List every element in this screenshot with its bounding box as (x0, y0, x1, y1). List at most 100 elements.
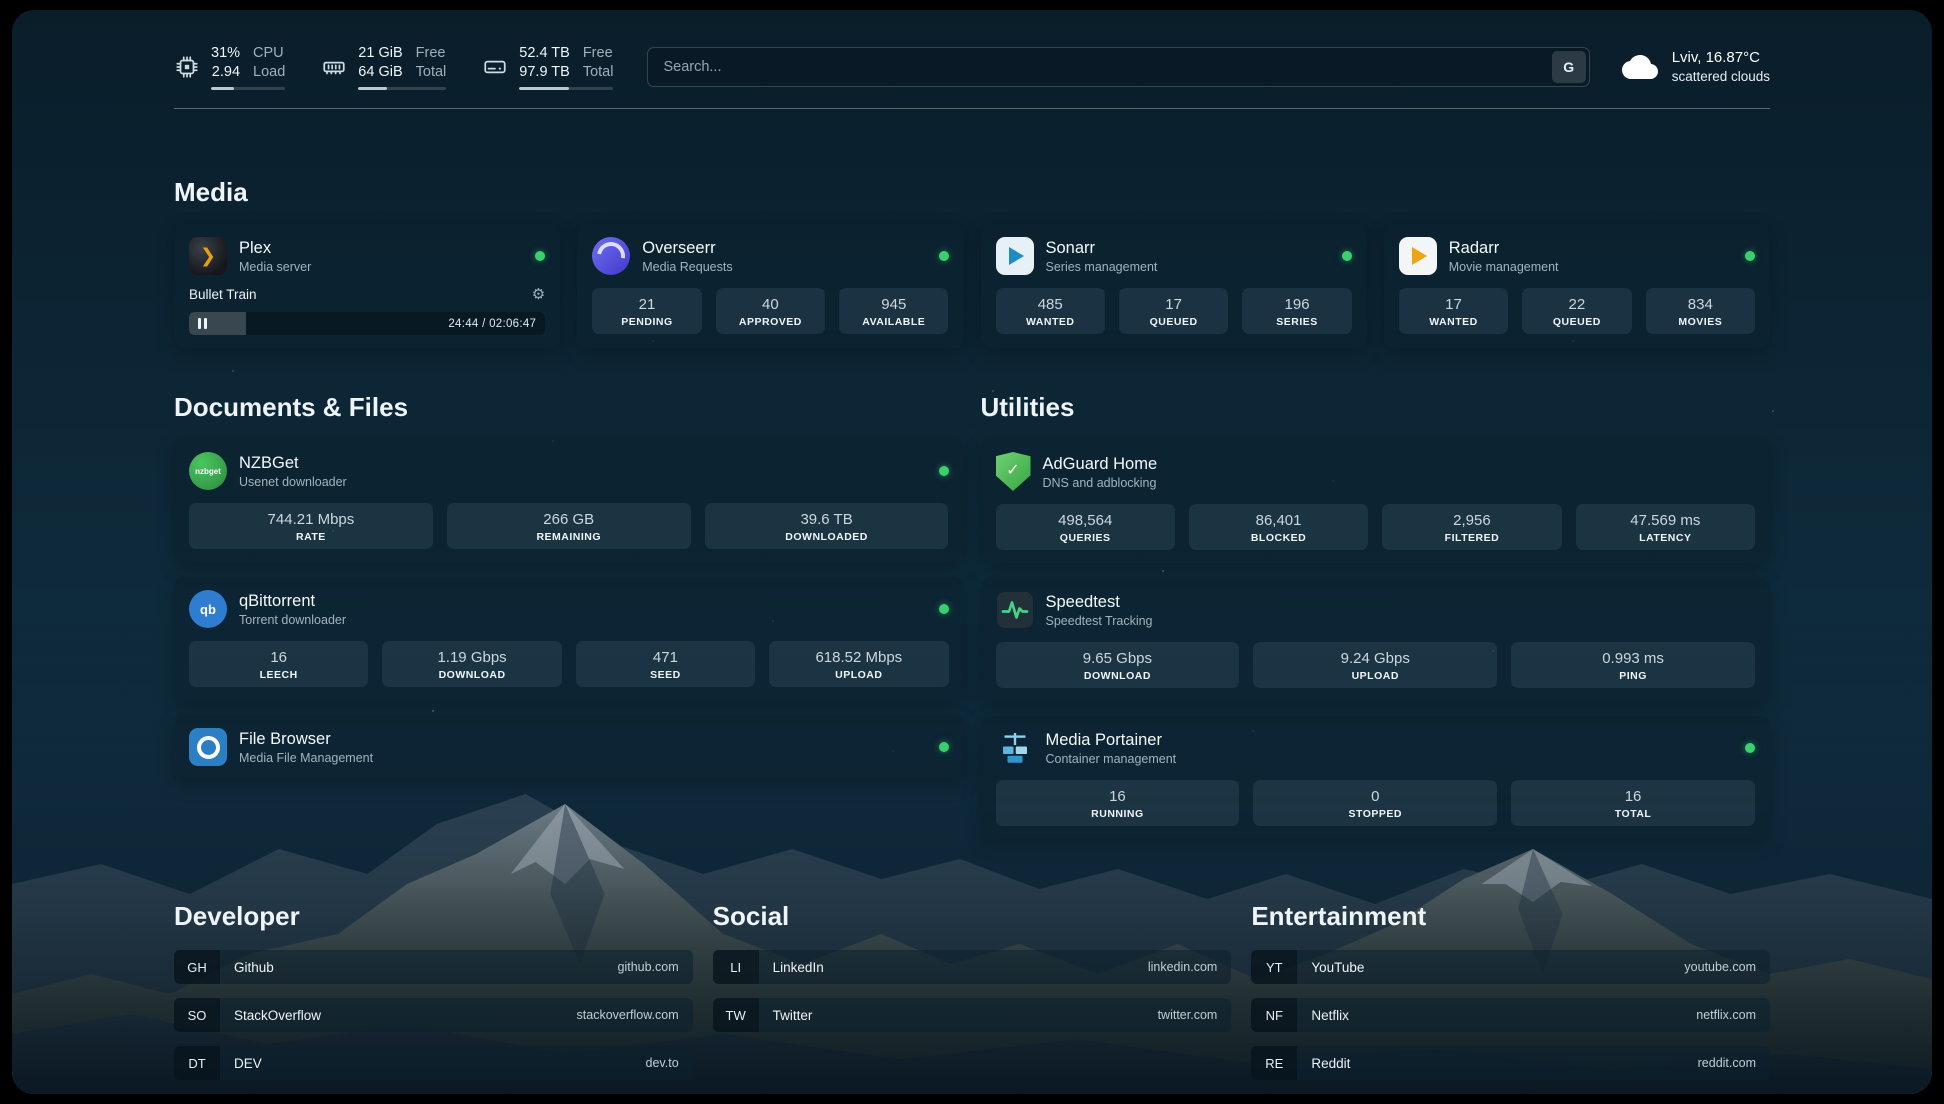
app-card-overseerr[interactable]: Overseerr Media Requests 21 PENDING 40 A… (577, 224, 963, 348)
app-card-plex[interactable]: ❯ Plex Media server Bullet Train ⚙ 24:44… (174, 224, 560, 348)
app-subtitle: Usenet downloader (239, 475, 347, 489)
ram-usage-bar (358, 87, 446, 90)
cloud-icon (1620, 52, 1660, 82)
stat-box: 17 WANTED (1399, 288, 1508, 334)
bookmark-stackoverflow[interactable]: SO StackOverflow stackoverflow.com (174, 998, 693, 1032)
bookmark-twitter[interactable]: TW Twitter twitter.com (713, 998, 1232, 1032)
app-subtitle: Container management (1046, 752, 1177, 766)
bookmark-github[interactable]: GH Github github.com (174, 950, 693, 984)
stat-label: QUEUED (1123, 316, 1224, 328)
stat-value: 945 (843, 295, 944, 314)
stat-value: 0.993 ms (1515, 649, 1751, 668)
section-title-developer: Developer (174, 901, 693, 932)
stat-value: 0 (1257, 787, 1493, 806)
stat-value: 196 (1246, 295, 1347, 314)
gear-icon[interactable]: ⚙ (532, 285, 545, 303)
stat-box: 21 PENDING (592, 288, 701, 334)
disk-free-value: 52.4 TB (519, 44, 570, 63)
stat-value: 9.24 Gbps (1257, 649, 1493, 668)
disk-total-label: Total (583, 63, 614, 82)
app-subtitle: Movie management (1449, 260, 1559, 274)
status-dot (1745, 743, 1755, 753)
stat-value: 471 (580, 648, 751, 667)
nzbget-icon: nzbget (189, 452, 227, 490)
stat-label: TOTAL (1515, 808, 1751, 820)
bookmark-netflix[interactable]: NF Netflix netflix.com (1251, 998, 1770, 1032)
stat-box: 0 STOPPED (1253, 780, 1497, 826)
stat-label: RUNNING (1000, 808, 1236, 820)
stat-label: APPROVED (720, 316, 821, 328)
system-stats: 31% 2.94 CPU Load (174, 44, 613, 90)
adguard-shield-icon: ✓ (996, 452, 1031, 491)
search-engine-button[interactable]: G (1552, 51, 1586, 83)
stat-box: 16 RUNNING (996, 780, 1240, 826)
stat-label: QUEUED (1526, 316, 1627, 328)
stat-label: SEED (580, 669, 751, 681)
app-card-nzbget[interactable]: nzbget NZBGet Usenet downloader 744.21 M… (174, 439, 964, 562)
app-card-speedtest[interactable]: Speedtest Speedtest Tracking 9.65 Gbps D… (981, 578, 1771, 701)
bookmark-url: twitter.com (1158, 1008, 1218, 1022)
stat-label: PENDING (596, 316, 697, 328)
bookmarks-developer: Developer GH Github github.com SO StackO… (174, 901, 693, 1080)
ram-total-value: 64 GiB (358, 63, 402, 82)
app-name: Media Portainer (1046, 730, 1177, 750)
bookmark-name: StackOverflow (234, 1008, 321, 1023)
app-card-radarr[interactable]: Radarr Movie management 17 WANTED 22 QUE… (1384, 224, 1770, 348)
status-dot (939, 251, 949, 261)
app-card-sonarr[interactable]: Sonarr Series management 485 WANTED 17 Q… (981, 224, 1367, 348)
stat-value: 16 (193, 648, 364, 667)
cpu-percent: 31% (211, 44, 240, 63)
speedtest-icon (996, 591, 1034, 629)
search-bar: G (647, 47, 1589, 87)
app-name: Sonarr (1046, 238, 1158, 258)
app-name: Overseerr (642, 238, 732, 258)
app-name: AdGuard Home (1043, 454, 1158, 474)
stat-label: LATENCY (1580, 532, 1751, 544)
stat-box: 471 SEED (576, 641, 755, 687)
stat-box: 16 TOTAL (1511, 780, 1755, 826)
bookmark-linkedin[interactable]: LI LinkedIn linkedin.com (713, 950, 1232, 984)
search-input[interactable] (651, 59, 1551, 75)
stat-value: 16 (1515, 787, 1751, 806)
status-dot (939, 466, 949, 476)
stat-value: 17 (1403, 295, 1504, 314)
bookmark-name: Github (234, 960, 274, 975)
bookmark-url: netflix.com (1696, 1008, 1756, 1022)
app-card-filebrowser[interactable]: File Browser Media File Management (174, 715, 964, 779)
app-subtitle: Speedtest Tracking (1046, 614, 1153, 628)
filebrowser-icon (189, 728, 227, 766)
bookmark-abbr: YT (1251, 950, 1297, 984)
stat-box: 196 SERIES (1242, 288, 1351, 334)
stat-label: WANTED (1000, 316, 1101, 328)
stat-box: 9.24 Gbps UPLOAD (1253, 642, 1497, 688)
app-name: qBittorrent (239, 591, 346, 611)
bookmark-youtube[interactable]: YT YouTube youtube.com (1251, 950, 1770, 984)
ram-free-value: 21 GiB (358, 44, 402, 63)
bookmark-url: linkedin.com (1148, 960, 1217, 974)
bookmark-abbr: RE (1251, 1046, 1297, 1080)
status-dot (1342, 251, 1352, 261)
qbittorrent-icon: qb (189, 590, 227, 628)
weather-widget[interactable]: Lviv, 16.87°C scattered clouds (1620, 48, 1770, 86)
stat-label: UPLOAD (773, 669, 944, 681)
topbar: 31% 2.94 CPU Load (174, 44, 1770, 90)
app-card-qbittorrent[interactable]: qb qBittorrent Torrent downloader 16 LEE… (174, 577, 964, 700)
disk-free-label: Free (583, 44, 614, 63)
status-dot (939, 742, 949, 752)
stat-label: REMAINING (451, 531, 687, 543)
stat-box: 498,564 QUERIES (996, 504, 1175, 550)
ram-total-label: Total (416, 63, 447, 82)
bookmark-abbr: LI (713, 950, 759, 984)
bookmark-reddit[interactable]: RE Reddit reddit.com (1251, 1046, 1770, 1080)
app-card-portainer[interactable]: Media Portainer Container management 16 … (981, 716, 1771, 839)
stat-label: DOWNLOAD (1000, 670, 1236, 682)
dashboard-screen: 31% 2.94 CPU Load (12, 10, 1932, 1094)
app-card-adguard[interactable]: ✓ AdGuard Home DNS and adblocking 498,56… (981, 439, 1771, 563)
pause-icon[interactable] (198, 318, 207, 329)
playback-progress-bar[interactable]: 24:44 / 02:06:47 (189, 312, 545, 335)
weather-condition: scattered clouds (1672, 68, 1770, 86)
disk-usage-bar (519, 87, 613, 90)
bookmark-name: DEV (234, 1056, 262, 1071)
bookmarks-entertainment: Entertainment YT YouTube youtube.com NF … (1251, 901, 1770, 1080)
bookmark-dev[interactable]: DT DEV dev.to (174, 1046, 693, 1080)
